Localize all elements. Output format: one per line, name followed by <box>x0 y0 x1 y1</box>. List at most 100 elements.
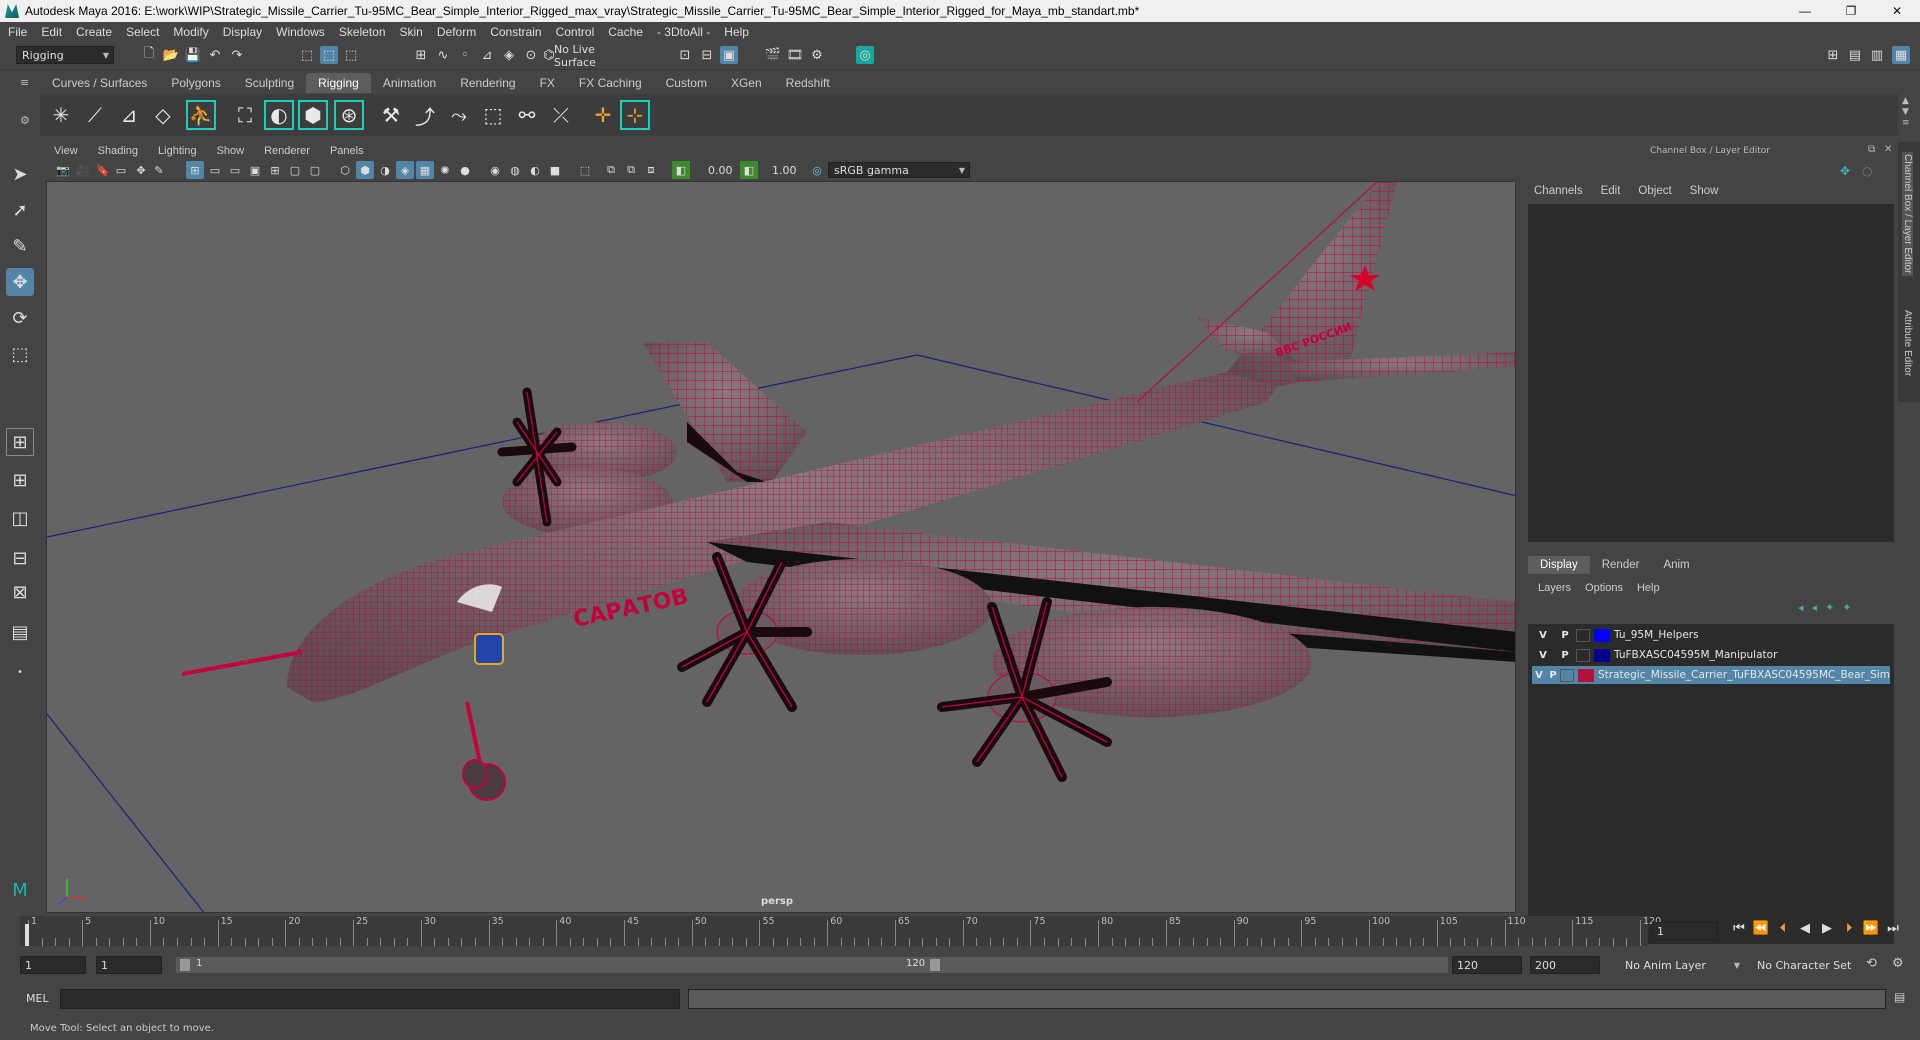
input-ops-icon[interactable]: ⊡ <box>676 46 694 64</box>
camera-select-icon[interactable]: 📷 <box>54 161 72 179</box>
anim-layer-dropdown[interactable]: No Anim Layer ▼ <box>1620 956 1744 974</box>
shelf-tab-sculpting[interactable]: Sculpting <box>233 73 306 93</box>
paint-weights-icon[interactable]: ⚒ <box>376 100 406 130</box>
default-material-icon[interactable]: ◑ <box>376 161 394 179</box>
render-view-icon[interactable]: ▣ <box>720 46 738 64</box>
exposure-icon[interactable]: ◧ <box>672 161 690 179</box>
snap-view-icon[interactable]: ⊿ <box>478 46 496 64</box>
new-scene-icon[interactable]: 🗋 <box>140 46 158 64</box>
isolate-select-icon[interactable]: ⬚ <box>576 161 594 179</box>
layer-menu-layers[interactable]: Layers <box>1538 582 1571 594</box>
locator-icon[interactable]: ✛ <box>588 100 618 130</box>
move-layer-up-icon[interactable]: ◂ <box>1798 601 1804 614</box>
image-plane-icon[interactable]: ▭ <box>112 161 130 179</box>
insert-joint-icon[interactable]: ⟋ <box>80 100 110 130</box>
cb-menu-edit[interactable]: Edit <box>1601 185 1621 197</box>
mirror-joint-icon[interactable]: ⊿ <box>114 100 144 130</box>
lasso-tool-icon[interactable]: ➚ <box>6 196 34 224</box>
layer-color-swatch[interactable] <box>1578 668 1594 682</box>
menu-control[interactable]: Control <box>556 25 595 39</box>
shelf-tab-fx[interactable]: FX <box>528 73 567 93</box>
scene-end-field[interactable]: 200 <box>1530 956 1600 974</box>
depth-of-field-icon[interactable]: ■ <box>546 161 564 179</box>
hypershade-icon[interactable]: ◎ <box>856 46 874 64</box>
open-scene-icon[interactable]: 📂 <box>162 46 180 64</box>
grid-toggle-icon[interactable]: ⊞ <box>186 161 204 179</box>
wrap-deformer-icon[interactable]: ⚯ <box>512 100 542 130</box>
script-editor-layout-icon[interactable]: ▤ <box>6 618 34 646</box>
shelf-tab-curves-surfaces[interactable]: Curves / Surfaces <box>40 73 159 93</box>
shelf-tab-xgen[interactable]: XGen <box>719 73 774 93</box>
bookmark-icon[interactable]: 🔖 <box>94 161 112 179</box>
tool-settings-toggle-icon[interactable]: ▥ <box>1868 46 1886 64</box>
textured-icon[interactable]: ▦ <box>416 161 434 179</box>
safe-action-icon[interactable]: ▢ <box>286 161 304 179</box>
viewport-persp[interactable]: САРАТОВ ВВС РОССИИ persp <box>46 181 1516 913</box>
maya-home-icon[interactable]: Ⅿ <box>6 876 34 904</box>
layer-tab-display[interactable]: Display <box>1528 556 1590 574</box>
menu-3dtoall[interactable]: - 3DtoAll - <box>657 25 710 39</box>
shelf-menu-icon[interactable]: ≡ <box>20 76 34 90</box>
layer-row[interactable]: V P TuFBXASC04595M_Manipulator <box>1532 646 1890 664</box>
layer-display-type[interactable] <box>1560 668 1574 682</box>
time-slider[interactable]: 1 5 10 15 20 25 30 35 40 45 50 55 60 65 70 75 80 85 90 95 10… <box>20 916 1661 946</box>
rotate-tool-icon[interactable]: ⟳ <box>6 304 34 332</box>
orient-joint-icon[interactable]: ◇ <box>148 100 178 130</box>
live-surface-field[interactable]: No Live Surface <box>550 43 638 69</box>
layer-color-swatch[interactable] <box>1594 628 1610 642</box>
new-empty-layer-icon[interactable]: ✦ <box>1825 601 1834 614</box>
select-hierarchy-icon[interactable]: ⬚ <box>298 46 316 64</box>
vp-menu-renderer[interactable]: Renderer <box>264 145 310 157</box>
sculpt-deformer-icon[interactable]: ⤫ <box>546 100 576 130</box>
side-tab-channel-box[interactable]: Channel Box / Layer Editor <box>1902 152 1913 276</box>
layer-menu-options[interactable]: Options <box>1585 582 1623 594</box>
shelf-tab-fx-caching[interactable]: FX Caching <box>567 73 654 93</box>
color-management-icon[interactable]: ◎ <box>808 161 826 179</box>
resolution-gate-icon[interactable]: ▭ <box>226 161 244 179</box>
channel-box-area[interactable] <box>1528 204 1894 542</box>
scale-tool-icon[interactable]: ⬚ <box>6 340 34 368</box>
render-settings-icon[interactable]: ⚙ <box>808 46 826 64</box>
move-layer-down-icon[interactable]: ◂ <box>1812 601 1818 614</box>
layer-display-type[interactable] <box>1576 648 1590 662</box>
auto-key-icon[interactable]: ⟲ <box>1866 956 1877 971</box>
layer-tab-anim[interactable]: Anim <box>1651 556 1701 574</box>
menu-constrain[interactable]: Constrain <box>490 25 541 39</box>
menu-select[interactable]: Select <box>126 25 159 39</box>
layer-visibility-toggle[interactable]: V <box>1532 650 1554 661</box>
safe-title-icon[interactable]: ▢ <box>306 161 324 179</box>
wireframe-icon[interactable]: ⬡ <box>336 161 354 179</box>
layer-display-type[interactable] <box>1576 628 1590 642</box>
channel-box-toggle-icon[interactable]: ○ <box>1862 164 1872 178</box>
side-tab-attribute-editor[interactable]: Attribute Editor <box>1902 310 1913 376</box>
snap-curve-icon[interactable]: ∿ <box>434 46 452 64</box>
menu-modify[interactable]: Modify <box>173 25 208 39</box>
play-backwards-icon[interactable]: ◀ <box>1794 921 1816 941</box>
current-frame-field[interactable]: 1 <box>1652 922 1718 940</box>
bind-skin-icon[interactable]: ◐ <box>264 100 294 130</box>
range-slider[interactable]: 1 120 <box>176 957 1448 973</box>
gate-mask-icon[interactable]: ▣ <box>246 161 264 179</box>
construction-history-icon[interactable]: ⊟ <box>698 46 716 64</box>
float-panel-icon[interactable]: ⧉ <box>1868 144 1875 155</box>
playback-end-field[interactable]: 120 <box>1452 956 1522 974</box>
attribute-editor-toggle-icon[interactable]: ▤ <box>1846 46 1864 64</box>
parent-constraint-icon[interactable]: ⊹ <box>620 100 650 130</box>
play-forwards-icon[interactable]: ▶ <box>1816 921 1838 941</box>
gamma-field[interactable]: 1.00 <box>768 162 802 178</box>
redo-icon[interactable]: ↷ <box>228 46 246 64</box>
cb-menu-show[interactable]: Show <box>1690 185 1719 197</box>
snap-point-icon[interactable]: ◦ <box>456 46 474 64</box>
minimize-button[interactable]: — <box>1782 0 1828 22</box>
all-lights-icon[interactable]: ✺ <box>436 161 454 179</box>
step-back-key-icon[interactable]: ⏪ <box>1750 921 1772 941</box>
persp-outliner-icon[interactable]: ◫ <box>6 504 34 532</box>
lattice-icon[interactable]: ⬚ <box>478 100 508 130</box>
menuset-dropdown[interactable]: Rigging ▼ <box>16 46 114 64</box>
menu-deform[interactable]: Deform <box>437 25 476 39</box>
go-to-end-icon[interactable]: ⏭ <box>1882 921 1904 941</box>
current-time-marker[interactable] <box>25 924 29 946</box>
shelf-tab-animation[interactable]: Animation <box>371 73 448 93</box>
wireframe-on-shaded-icon[interactable]: ◈ <box>396 161 414 179</box>
layer-row-selected[interactable]: V P Strategic_Missile_Carrier_TuFBXASC04… <box>1532 666 1890 684</box>
